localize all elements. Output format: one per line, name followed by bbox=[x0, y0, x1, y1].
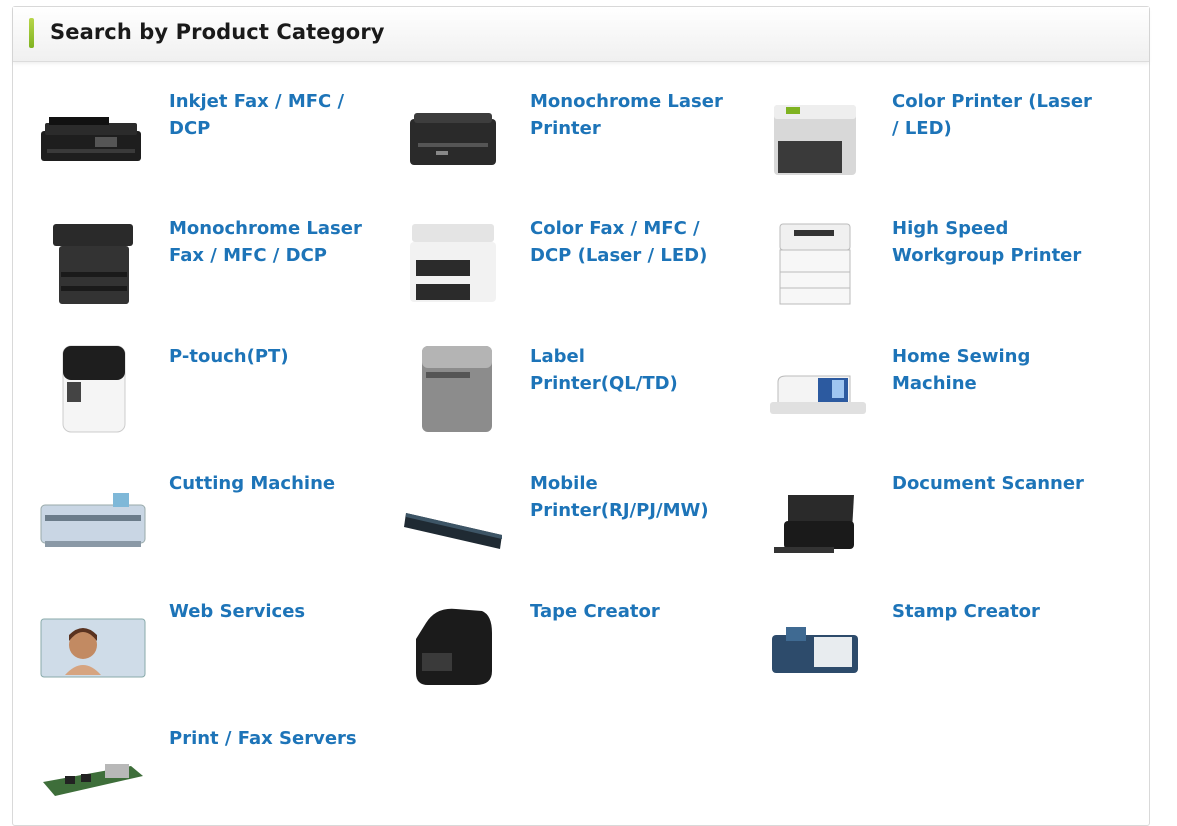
category-label[interactable]: Mobile Printer(RJ/PJ/MW) bbox=[530, 470, 730, 524]
category-item-mobile-printer[interactable]: Mobile Printer(RJ/PJ/MW) bbox=[374, 443, 736, 570]
print-server-icon[interactable] bbox=[35, 720, 151, 816]
category-label[interactable]: Web Services bbox=[169, 598, 369, 625]
category-item-stamp-creator[interactable]: Stamp Creator bbox=[736, 571, 1098, 698]
category-label[interactable]: Color Fax / MFC / DCP (Laser / LED) bbox=[530, 215, 730, 269]
label-printer-icon[interactable] bbox=[396, 338, 512, 434]
category-label[interactable]: Color Printer (Laser / LED) bbox=[892, 88, 1092, 142]
category-item-document-scanner[interactable]: Document Scanner bbox=[736, 443, 1098, 570]
inkjet-mfc-icon[interactable] bbox=[35, 83, 151, 179]
category-label[interactable]: Monochrome Laser Printer bbox=[530, 88, 730, 142]
workgroup-printer-icon[interactable] bbox=[758, 210, 874, 306]
category-label[interactable]: Tape Creator bbox=[530, 598, 730, 625]
category-item-cutting-machine[interactable]: Cutting Machine bbox=[13, 443, 375, 570]
panel-header: Search by Product Category bbox=[13, 7, 1149, 62]
category-item-mono-laser-printer[interactable]: Monochrome Laser Printer bbox=[374, 61, 736, 188]
mono-laser-mfc-icon[interactable] bbox=[35, 210, 151, 306]
sewing-machine-icon[interactable] bbox=[758, 338, 874, 434]
ptouch-icon[interactable] bbox=[35, 338, 151, 434]
category-item-ptouch[interactable]: P-touch(PT) bbox=[13, 316, 375, 443]
category-item-tape-creator[interactable]: Tape Creator bbox=[374, 571, 736, 698]
category-label[interactable]: Monochrome Laser Fax / MFC / DCP bbox=[169, 215, 369, 269]
category-label[interactable]: Stamp Creator bbox=[892, 598, 1092, 625]
category-item-web-services[interactable]: Web Services bbox=[13, 571, 375, 698]
product-category-panel: Search by Product Category Inkjet Fax / … bbox=[12, 6, 1150, 826]
category-label[interactable]: Document Scanner bbox=[892, 470, 1092, 497]
cutting-machine-icon[interactable] bbox=[35, 465, 151, 561]
category-label[interactable]: Print / Fax Servers bbox=[169, 725, 369, 752]
category-label[interactable]: P-touch(PT) bbox=[169, 343, 369, 370]
category-label[interactable]: Label Printer(QL/TD) bbox=[530, 343, 730, 397]
category-label[interactable]: High Speed Workgroup Printer bbox=[892, 215, 1092, 269]
document-scanner-icon[interactable] bbox=[758, 465, 874, 561]
category-item-color-mfc[interactable]: Color Fax / MFC / DCP (Laser / LED) bbox=[374, 188, 736, 315]
category-item-mono-laser-mfc[interactable]: Monochrome Laser Fax / MFC / DCP bbox=[13, 188, 375, 315]
tape-creator-icon[interactable] bbox=[396, 593, 512, 689]
category-item-workgroup-printer[interactable]: High Speed Workgroup Printer bbox=[736, 188, 1098, 315]
header-accent-bar bbox=[29, 18, 34, 48]
color-mfc-icon[interactable] bbox=[396, 210, 512, 306]
category-item-inkjet-mfc[interactable]: Inkjet Fax / MFC / DCP bbox=[13, 61, 375, 188]
stamp-creator-icon[interactable] bbox=[758, 593, 874, 689]
mono-laser-printer-icon[interactable] bbox=[396, 83, 512, 179]
color-printer-icon[interactable] bbox=[758, 83, 874, 179]
panel-title: Search by Product Category bbox=[50, 20, 385, 44]
category-item-print-server[interactable]: Print / Fax Servers bbox=[13, 698, 375, 825]
category-label[interactable]: Home Sewing Machine bbox=[892, 343, 1092, 397]
category-item-sewing-machine[interactable]: Home Sewing Machine bbox=[736, 316, 1098, 443]
web-services-icon[interactable] bbox=[35, 593, 151, 689]
category-item-label-printer[interactable]: Label Printer(QL/TD) bbox=[374, 316, 736, 443]
category-label[interactable]: Cutting Machine bbox=[169, 470, 369, 497]
category-label[interactable]: Inkjet Fax / MFC / DCP bbox=[169, 88, 369, 142]
mobile-printer-icon[interactable] bbox=[396, 465, 512, 561]
category-item-color-printer[interactable]: Color Printer (Laser / LED) bbox=[736, 61, 1098, 188]
